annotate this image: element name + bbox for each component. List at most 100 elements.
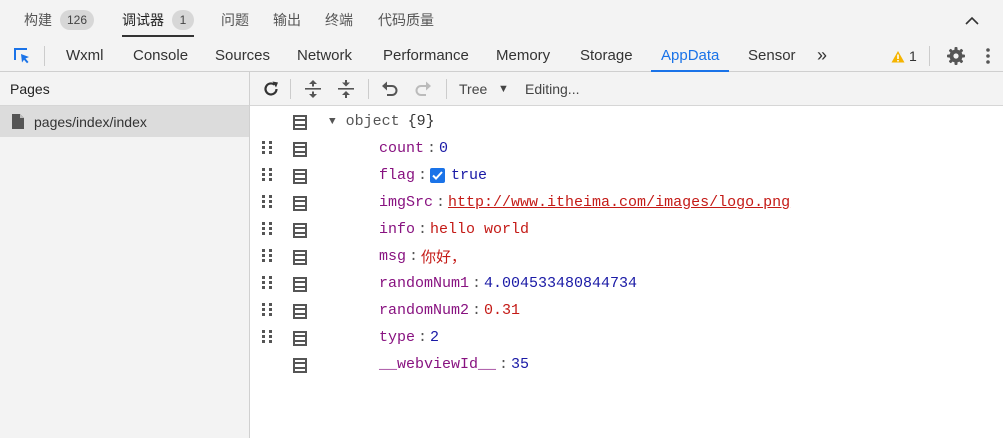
field-value[interactable]: 0.31 xyxy=(484,302,520,319)
collapse-panel-button[interactable] xyxy=(958,10,986,32)
inspect-element-button[interactable] xyxy=(10,44,34,68)
tab-memory[interactable]: Memory xyxy=(496,40,550,71)
tab-output[interactable]: 输出 xyxy=(273,0,301,40)
refresh-icon xyxy=(264,81,278,96)
row-menu-icon[interactable] xyxy=(293,331,307,346)
tab-code-quality[interactable]: 代码质量 xyxy=(378,0,434,40)
tab-console[interactable]: Console xyxy=(133,40,188,71)
drag-handle-icon[interactable] xyxy=(262,195,272,211)
tab-wxml[interactable]: Wxml xyxy=(66,40,104,71)
toolbar-divider xyxy=(44,46,45,66)
settings-button[interactable] xyxy=(944,44,968,68)
field-key[interactable]: count xyxy=(379,140,424,157)
more-tabs-button[interactable]: » xyxy=(817,40,827,71)
inspect-cursor-icon xyxy=(14,48,29,64)
field-separator: : xyxy=(499,356,509,373)
undo-button[interactable] xyxy=(379,78,401,100)
field-value[interactable]: 0 xyxy=(439,140,448,157)
tree-row: flag : true xyxy=(250,162,1003,189)
field-value[interactable]: 2 xyxy=(430,329,439,346)
row-menu-icon[interactable] xyxy=(293,358,307,373)
field-value[interactable]: true xyxy=(451,167,487,184)
boolean-checkbox[interactable] xyxy=(430,168,446,183)
sidebar-item-page[interactable]: pages/index/index xyxy=(0,106,249,137)
view-mode-select[interactable]: Tree xyxy=(459,72,487,105)
tab-output-label: 输出 xyxy=(273,12,301,28)
tree-root-row: ▼ object {9} xyxy=(250,108,1003,135)
field-separator: : xyxy=(436,194,446,211)
tab-appdata[interactable]: AppData xyxy=(650,40,730,72)
drag-handle-icon[interactable] xyxy=(262,141,272,157)
drag-handle-icon[interactable] xyxy=(262,330,272,346)
field-key[interactable]: msg xyxy=(379,248,406,265)
tree-row: msg : 你好， xyxy=(250,243,1003,270)
drag-handle-icon[interactable] xyxy=(262,276,272,292)
tab-debugger[interactable]: 调试器 1 xyxy=(122,0,194,40)
toolbar-divider xyxy=(290,79,291,99)
field-key[interactable]: __webviewId__ xyxy=(379,356,496,373)
tab-network[interactable]: Network xyxy=(297,40,352,71)
row-menu-icon[interactable] xyxy=(293,169,307,184)
file-icon xyxy=(12,114,24,129)
tab-problems[interactable]: 问题 xyxy=(221,0,249,40)
tab-storage[interactable]: Storage xyxy=(580,40,633,71)
field-key[interactable]: flag xyxy=(379,167,415,184)
field-key[interactable]: randomNum2 xyxy=(379,302,469,319)
row-menu-icon[interactable] xyxy=(293,304,307,319)
tab-build-badge: 126 xyxy=(60,10,95,30)
drag-handle-icon[interactable] xyxy=(262,168,272,184)
more-vertical-icon xyxy=(986,48,990,64)
root-type: object xyxy=(345,113,400,130)
view-mode-dropdown-icon[interactable]: ▼ xyxy=(498,72,509,105)
tab-build[interactable]: 构建 126 xyxy=(24,0,95,40)
top-tab-bar: 构建 126 调试器 1 问题 输出 终端 代码质量 xyxy=(0,0,1003,40)
redo-button[interactable] xyxy=(412,78,434,100)
appdata-toolbar: Tree ▼ Editing... xyxy=(250,72,1003,106)
tab-sources[interactable]: Sources xyxy=(215,40,270,71)
field-value[interactable]: 35 xyxy=(511,356,529,373)
field-separator: : xyxy=(418,167,428,184)
field-value[interactable]: 4.004533480844734 xyxy=(484,275,637,292)
checkmark-icon xyxy=(432,171,443,180)
tab-terminal[interactable]: 终端 xyxy=(325,0,353,40)
field-separator: : xyxy=(409,248,419,265)
row-menu-icon[interactable] xyxy=(293,250,307,265)
field-separator: : xyxy=(427,140,437,157)
field-key[interactable]: type xyxy=(379,329,415,346)
tree-row: type : 2 xyxy=(250,324,1003,351)
field-key[interactable]: imgSrc xyxy=(379,194,433,211)
row-menu-icon[interactable] xyxy=(293,277,307,292)
row-menu-icon[interactable] xyxy=(293,142,307,157)
tab-performance[interactable]: Performance xyxy=(383,40,469,71)
warnings-indicator[interactable]: 1 xyxy=(891,46,917,66)
tab-sensor[interactable]: Sensor xyxy=(748,40,796,71)
collapse-all-button[interactable] xyxy=(335,78,357,100)
row-menu-icon[interactable] xyxy=(293,223,307,238)
field-value[interactable]: hello world xyxy=(430,221,529,238)
devtools-panel-bar: Wxml Console Sources Network Performance… xyxy=(0,40,1003,72)
chevron-up-icon xyxy=(965,16,979,25)
field-value[interactable]: 你好， xyxy=(421,246,466,267)
expand-arrow-icon[interactable]: ▼ xyxy=(329,116,336,128)
field-key[interactable]: randomNum1 xyxy=(379,275,469,292)
toolbar-divider xyxy=(368,79,369,99)
tree-row: randomNum2 : 0.31 xyxy=(250,297,1003,324)
tab-terminal-label: 终端 xyxy=(325,12,353,28)
pages-sidebar: Pages pages/index/index xyxy=(0,72,250,438)
field-key[interactable]: info xyxy=(379,221,415,238)
refresh-button[interactable] xyxy=(260,78,282,100)
tree-row: __webviewId__ : 35 xyxy=(250,351,1003,378)
drag-handle-icon[interactable] xyxy=(262,249,272,265)
tab-debugger-badge: 1 xyxy=(172,10,194,30)
row-menu-icon[interactable] xyxy=(293,196,307,211)
drag-handle-icon[interactable] xyxy=(262,303,272,319)
collapse-all-icon xyxy=(338,80,354,98)
expand-all-button[interactable] xyxy=(302,78,324,100)
tab-build-label: 构建 xyxy=(24,12,52,28)
row-menu-icon[interactable] xyxy=(293,115,307,130)
redo-icon xyxy=(415,81,431,96)
drag-handle-icon[interactable] xyxy=(262,222,272,238)
more-options-button[interactable] xyxy=(978,44,998,68)
field-value-link[interactable]: http://www.itheima.com/images/logo.png xyxy=(448,194,790,211)
editing-status: Editing... xyxy=(525,80,580,97)
